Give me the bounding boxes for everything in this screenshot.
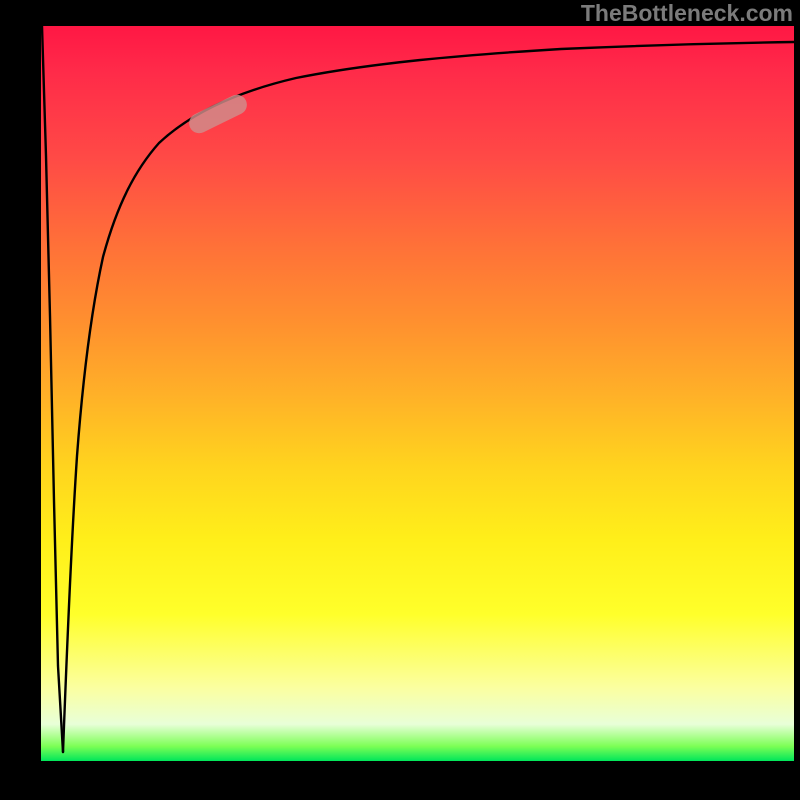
watermark-text: TheBottleneck.com — [581, 0, 793, 27]
plot-area — [41, 26, 794, 761]
chart-frame: TheBottleneck.com — [0, 0, 800, 800]
